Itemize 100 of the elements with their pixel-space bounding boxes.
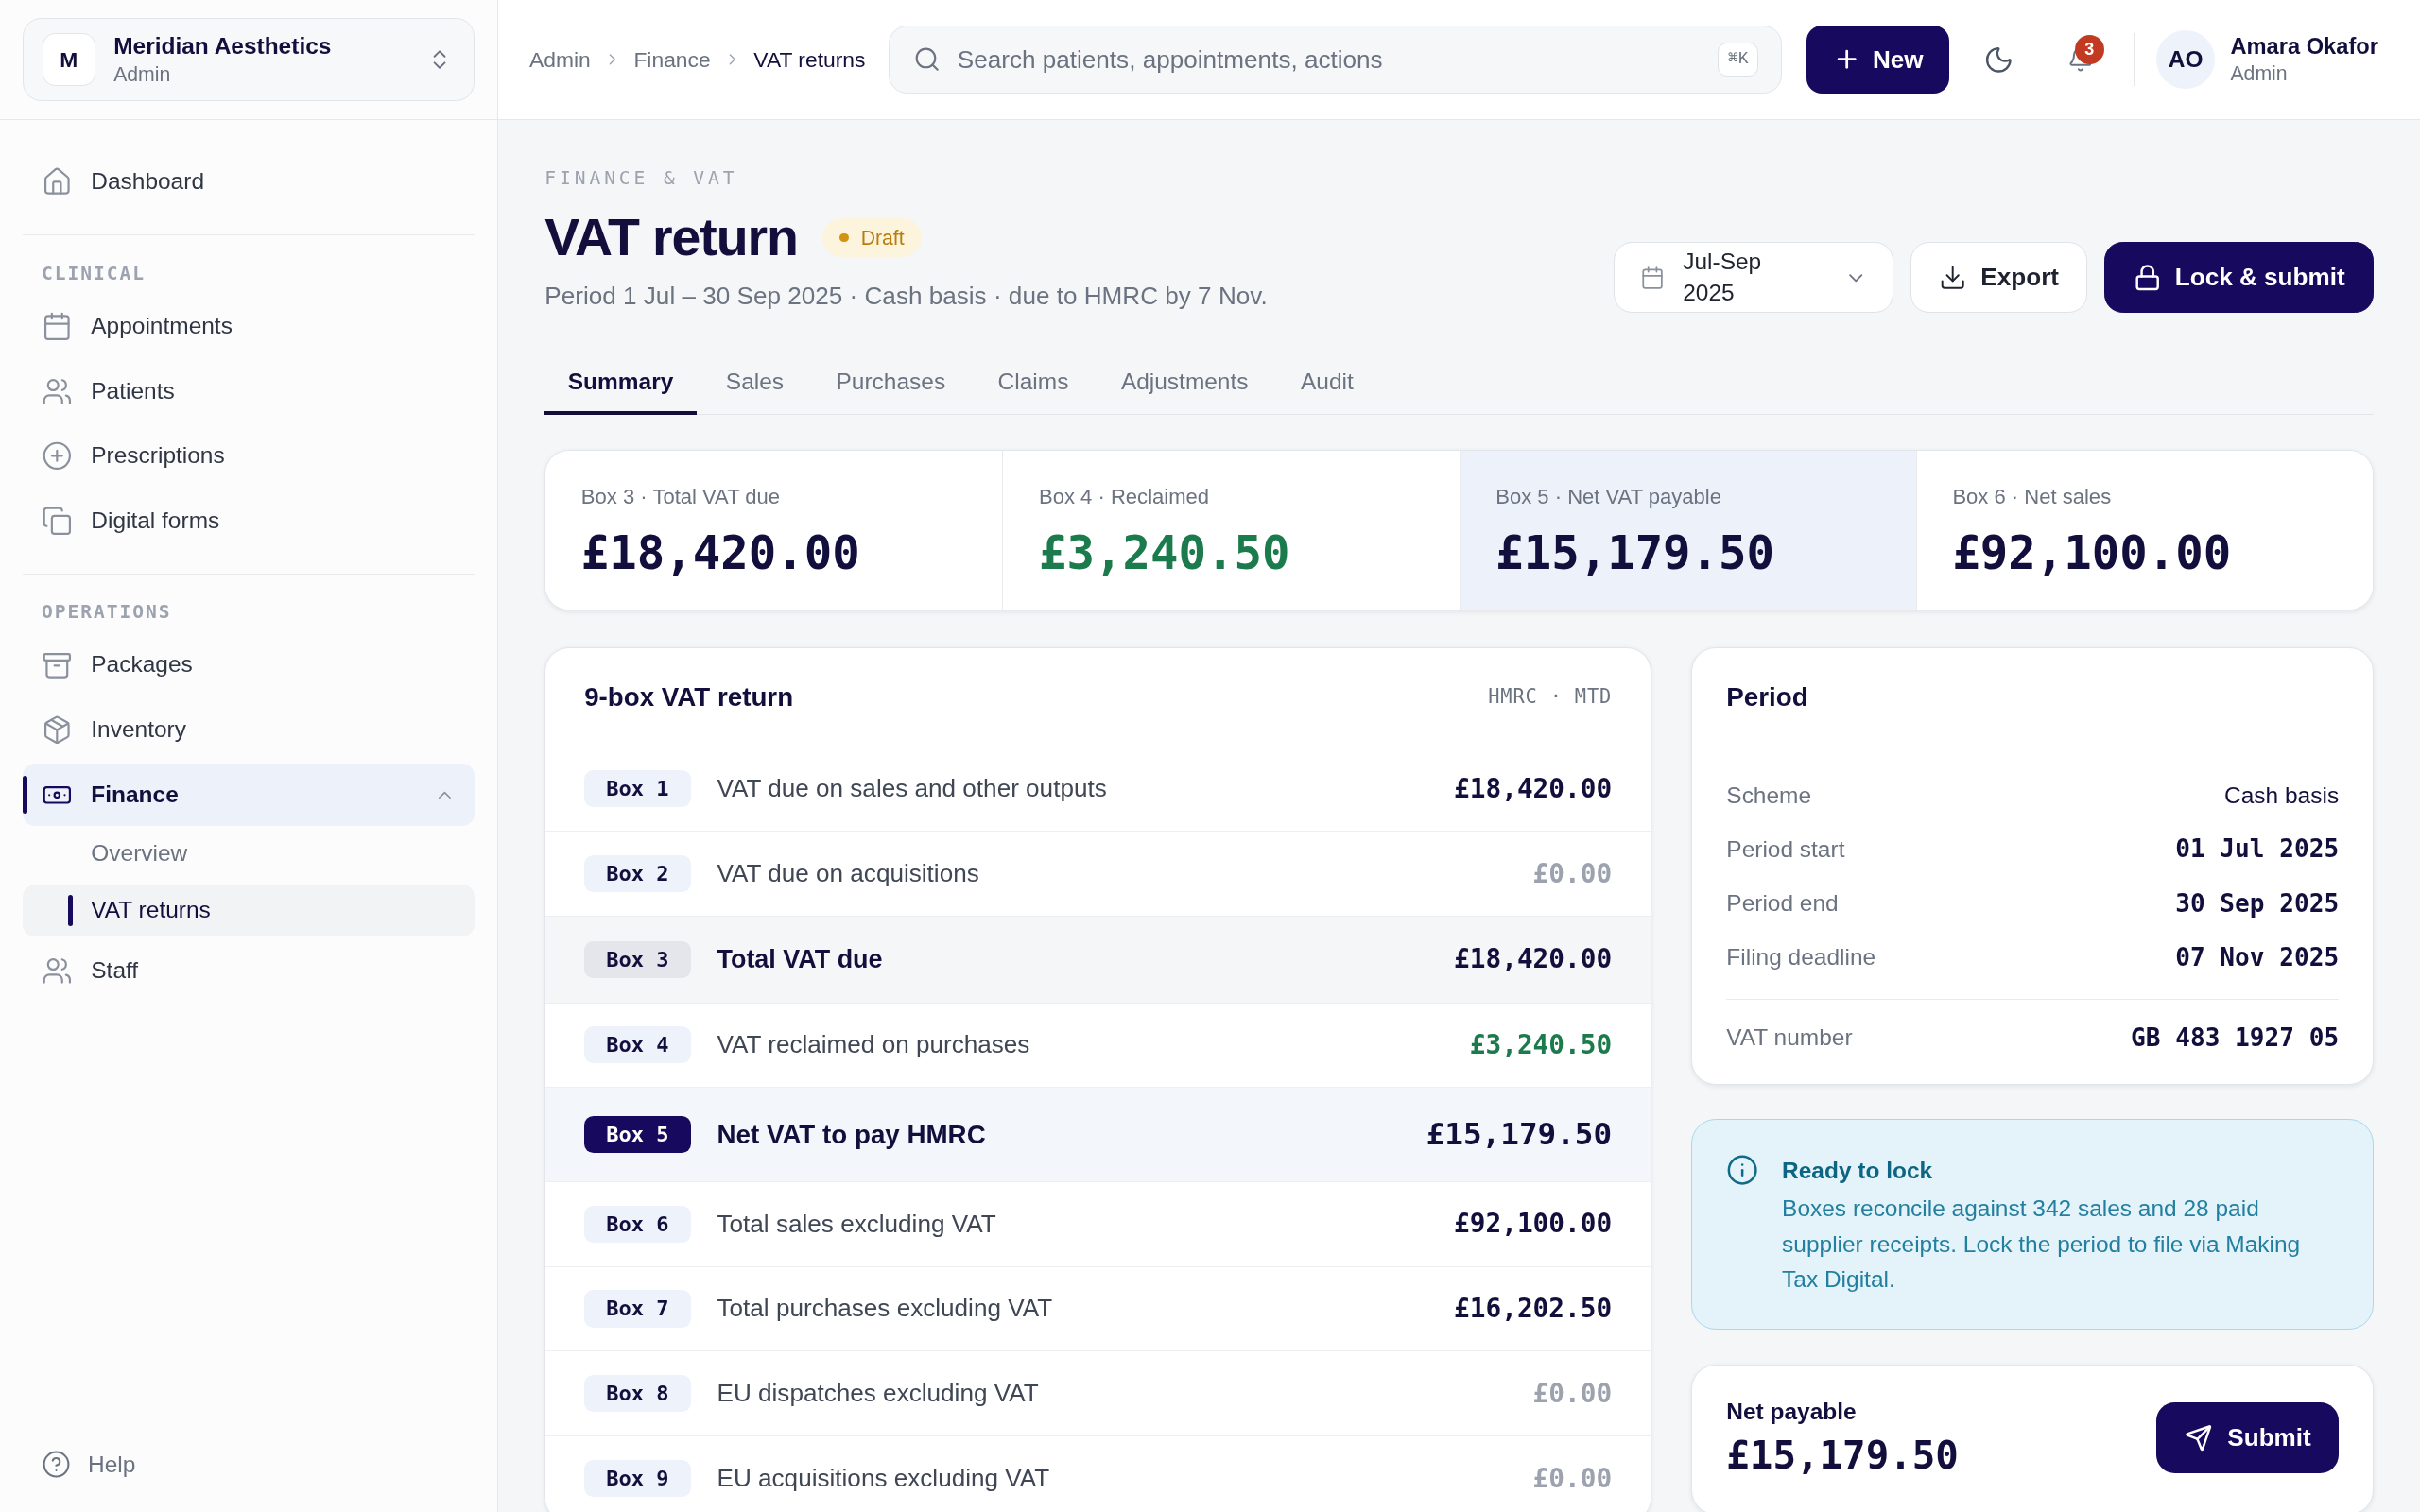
user-avatar: AO (2156, 30, 2216, 90)
nav-subitem[interactable]: VAT returns (23, 884, 475, 937)
vat-box-tag: Box 6 (584, 1205, 691, 1243)
user-name: Amara Okafor (2230, 32, 2378, 60)
detail-value: 01 Jul 2025 (2175, 833, 2340, 866)
vat-box-tag: Box 7 (584, 1290, 691, 1328)
vat-box-tag: Box 8 (584, 1375, 691, 1413)
tab[interactable]: Sales (702, 352, 807, 416)
amount-text: £15,179.50 (1426, 1115, 1613, 1155)
notifications-button[interactable]: 3 (2049, 28, 2112, 91)
tab[interactable]: Summary (544, 352, 697, 416)
stat-value: £15,179.50 (1495, 526, 1776, 582)
nav-item[interactable]: Packages (23, 634, 475, 696)
workspace-role: Admin (113, 62, 172, 87)
nav-item[interactable]: Dashboard (23, 151, 475, 214)
send-icon (2184, 1424, 2212, 1452)
nav-item[interactable]: Prescriptions (23, 424, 475, 488)
breadcrumb-link[interactable]: Finance (633, 43, 711, 77)
callout-title: Ready to lock (1782, 1157, 1934, 1186)
user-menu[interactable]: AO Amara Okafor Admin (2156, 30, 2378, 90)
stat-value: £3,240.50 (1039, 526, 1291, 582)
card-title: 9-box VAT return (584, 680, 794, 713)
tab[interactable]: Claims (975, 352, 1092, 416)
vat-box-tag: Box 3 (584, 940, 691, 978)
lock-submit-button[interactable]: Lock & submit (2104, 242, 2375, 314)
net-payable-label: Net payable (1726, 1397, 1858, 1426)
section-heading: OPERATIONS (41, 601, 173, 624)
help-icon (42, 1450, 72, 1480)
amount-text: £3,240.50 (1469, 1028, 1613, 1063)
vat-box-tag: Box 1 (584, 770, 691, 808)
calendar-icon (42, 311, 73, 342)
page-subtitle: Period 1 Jul – 30 Sep 2025 · Cash basis · due to HMRC by 7 Nov. (544, 281, 1268, 312)
detail-label: Scheme (1726, 781, 1812, 810)
lock-icon (2133, 264, 2162, 292)
stat-label: Box 6 · Net sales (1952, 484, 2113, 511)
detail-value: 30 Sep 2025 (2175, 887, 2340, 919)
row-description: Total purchases excluding VAT (717, 1293, 1054, 1325)
notification-count: 3 (2074, 35, 2104, 65)
new-button[interactable]: New (1806, 26, 1950, 94)
vat-box-tag: Box 4 (584, 1026, 691, 1064)
detail-value: 07 Nov 2025 (2175, 941, 2340, 973)
row-description: Total sales excluding VAT (717, 1208, 997, 1240)
plus-circle-icon (42, 440, 73, 472)
amount-text: £0.00 (1532, 1461, 1613, 1496)
nav-item[interactable]: Staff (23, 939, 475, 1002)
nav-item[interactable]: Inventory (23, 698, 475, 762)
copy-icon (42, 505, 73, 537)
row-description: VAT reclaimed on purchases (717, 1029, 1031, 1061)
detail-label: Filing deadline (1726, 943, 1876, 971)
section-heading: CLINICAL (41, 263, 147, 285)
nav-item[interactable]: Finance (23, 764, 475, 826)
detail-label: Period start (1726, 834, 1845, 864)
net-payable-amount: £15,179.50 (1726, 1431, 1959, 1480)
breadcrumb-link[interactable]: Admin (529, 43, 591, 77)
callout-text: Boxes reconcile against 342 sales and 28 paid supplier receipts. Lock the period to file via Making Tax Digital. (1782, 1194, 2302, 1295)
vat-box-tag: Box 9 (584, 1460, 691, 1498)
stat-value: £92,100.00 (1952, 526, 2233, 582)
period-select[interactable]: Jul-Sep 2025 (1614, 242, 1893, 314)
help-link[interactable]: Help (23, 1447, 154, 1483)
row-description: EU dispatches excluding VAT (717, 1378, 1040, 1410)
detail-value: GB 483 1927 05 (2131, 1022, 2340, 1054)
submit-button[interactable]: Submit (2156, 1402, 2340, 1474)
download-icon (1939, 264, 1967, 292)
cube-icon (42, 714, 73, 746)
detail-label: Period end (1726, 888, 1839, 918)
stat-label: Box 4 · Reclaimed (1039, 484, 1211, 511)
row-description: VAT due on acquisitions (717, 858, 980, 890)
stat-label: Box 5 · Net VAT payable (1495, 484, 1722, 511)
status-text: Draft (860, 225, 905, 250)
nav-item[interactable]: Digital forms (23, 490, 475, 552)
calendar-icon (1639, 265, 1665, 290)
amount-text: £0.00 (1532, 856, 1613, 891)
vat-box-tag: Box 2 (584, 855, 691, 893)
export-button[interactable]: Export (1910, 242, 2088, 314)
breadcrumb-current[interactable]: VAT returns (753, 43, 866, 77)
info-icon (1726, 1154, 1759, 1187)
amount-text: £16,202.50 (1454, 1292, 1613, 1327)
workspace-switcher[interactable]: M Meridian Aesthetics Admin (23, 18, 475, 102)
user-role: Admin (2230, 61, 2289, 86)
amount-text: £18,420.00 (1454, 942, 1613, 977)
card-meta: HMRC · MTD (1488, 684, 1613, 711)
workspace-name: Meridian Aesthetics (113, 31, 333, 60)
nav-subitem[interactable]: Overview (23, 825, 475, 882)
row-description: VAT due on sales and other outputs (717, 773, 1108, 805)
workspace-initial: M (43, 33, 95, 86)
page-title: VAT return (544, 206, 798, 268)
amount-text: £92,100.00 (1454, 1207, 1613, 1242)
amount-text: £18,420.00 (1454, 772, 1613, 807)
nav-item[interactable]: Appointments (23, 295, 475, 358)
stat-label: Box 3 · Total VAT due (580, 484, 782, 511)
page-eyebrow: FINANCE & VAT (544, 167, 739, 190)
tab[interactable]: Adjustments (1098, 352, 1271, 416)
stat-value: £18,420.00 (580, 526, 861, 582)
tab[interactable]: Purchases (813, 352, 969, 416)
vat-box-tag: Box 5 (584, 1116, 691, 1154)
row-description: Total VAT due (717, 944, 884, 976)
nav-item[interactable]: Patients (23, 360, 475, 422)
detail-value: Cash basis (2224, 781, 2340, 810)
shortcut-key: ⌘K (1718, 43, 1759, 77)
tab[interactable]: Audit (1277, 352, 1377, 416)
